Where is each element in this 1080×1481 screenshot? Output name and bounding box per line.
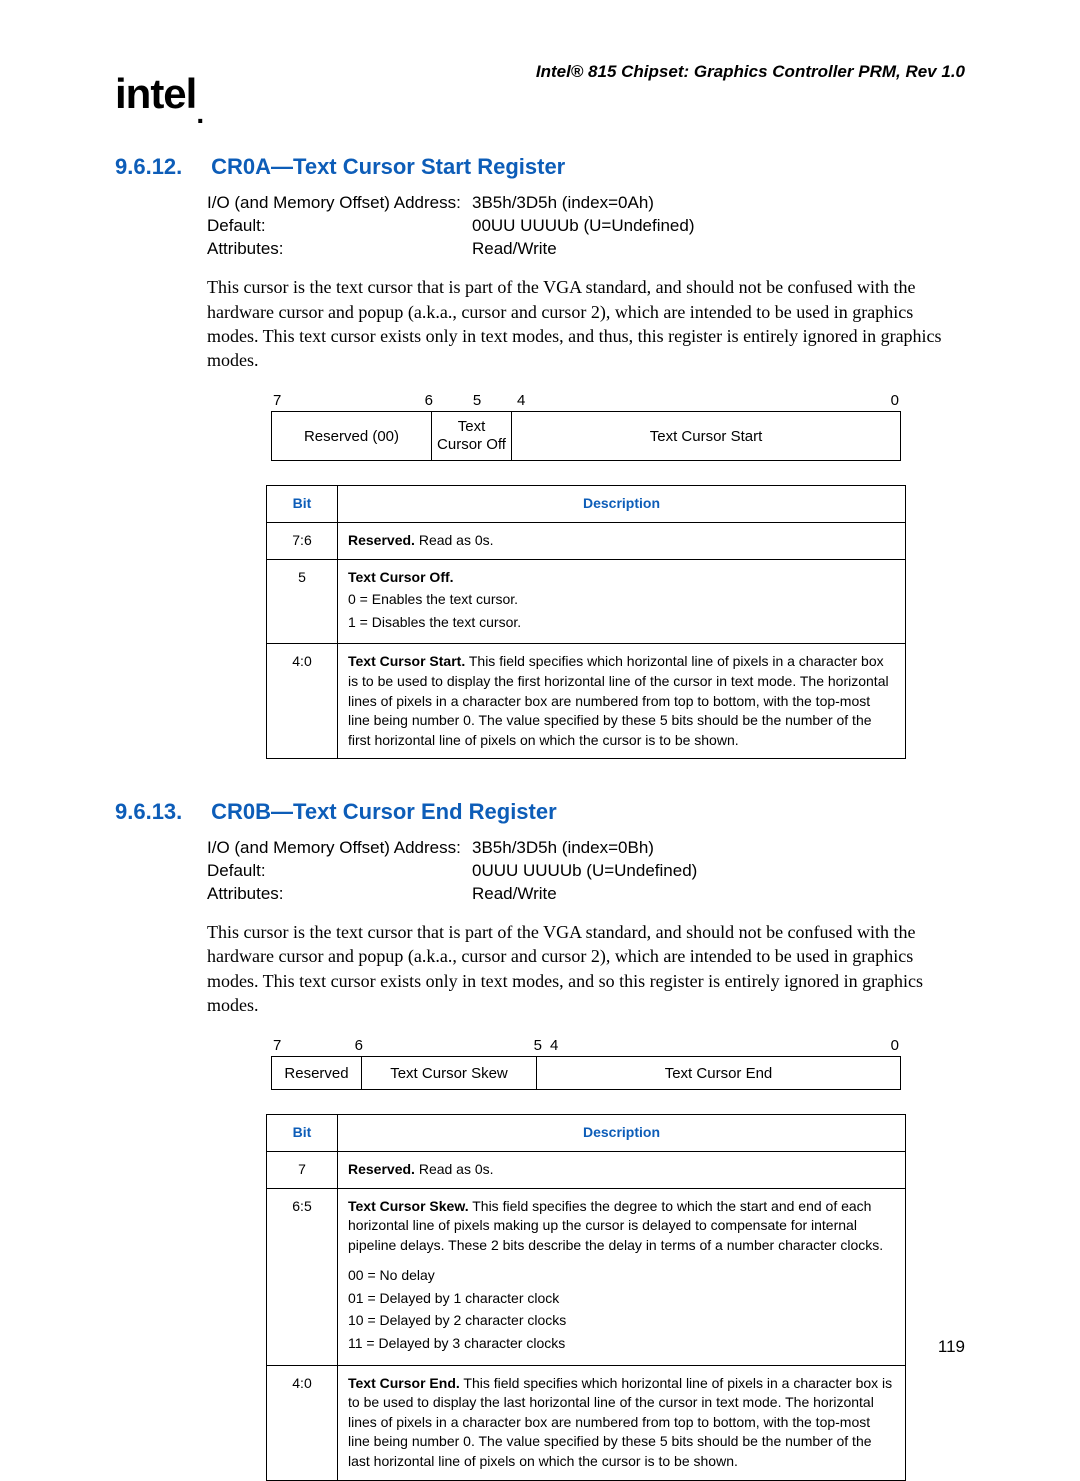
section-title-text: CR0B—Text Cursor End Register <box>211 799 557 824</box>
bit-desc: Text Cursor Skew. This field specifies t… <box>338 1188 906 1365</box>
desc-bold: Text Cursor Start. <box>348 653 465 669</box>
desc-bold: Reserved. <box>348 532 415 548</box>
bit-layout-diagram: 7 6 5 4 0 Reserved Text Cursor Skew Text… <box>271 1037 901 1090</box>
bitfield-reserved: Reserved (00) <box>272 412 432 460</box>
bitnum: 5 <box>367 1037 546 1054</box>
bit-description-table: Bit Description 7:6 Reserved. Read as 0s… <box>266 485 906 759</box>
desc-line: 11 = Delayed by 3 character clocks <box>348 1334 895 1354</box>
desc-bold: Text Cursor Skew. <box>348 1198 469 1214</box>
register-attributes: I/O (and Memory Offset) Address:3B5h/3D5… <box>207 192 965 261</box>
bitfield-reserved: Reserved <box>272 1057 362 1089</box>
addr-value: 3B5h/3D5h (index=0Bh) <box>472 837 654 860</box>
table-row: 4:0 Text Cursor Start. This field specif… <box>267 644 906 759</box>
desc-rest: Read as 0s. <box>415 1161 494 1177</box>
desc-rest: Read as 0s. <box>415 532 494 548</box>
default-value: 0UUU UUUUb (U=Undefined) <box>472 860 697 883</box>
section-heading: 9.6.12. CR0A—Text Cursor Start Register <box>207 154 965 180</box>
logo-text: intel <box>115 70 196 117</box>
bit-range: 5 <box>267 559 338 644</box>
desc-bold: Reserved. <box>348 1161 415 1177</box>
bit-range: 7 <box>267 1151 338 1188</box>
bit-desc: Reserved. Read as 0s. <box>338 522 906 559</box>
th-desc: Description <box>338 1115 906 1152</box>
section-body: This cursor is the text cursor that is p… <box>207 275 965 372</box>
bitnum: 4 <box>517 392 547 409</box>
desc-line: 00 = No delay <box>348 1266 895 1286</box>
bitnum: 0 <box>580 1037 899 1054</box>
bitfield-cursor-off: Text Cursor Off <box>432 412 512 460</box>
addr-value: 3B5h/3D5h (index=0Ah) <box>472 192 654 215</box>
table-row: 7:6 Reserved. Read as 0s. <box>267 522 906 559</box>
doc-header-title: Intel® 815 Chipset: Graphics Controller … <box>536 62 965 82</box>
bit-range: 4:0 <box>267 644 338 759</box>
attributes-label: Attributes: <box>207 883 472 906</box>
bit-desc: Text Cursor End. This field specifies wh… <box>338 1365 906 1480</box>
table-row: 7 Reserved. Read as 0s. <box>267 1151 906 1188</box>
section-title-text: CR0A—Text Cursor Start Register <box>211 154 565 179</box>
register-attributes: I/O (and Memory Offset) Address:3B5h/3D5… <box>207 837 965 906</box>
bit-desc: Text Cursor Off. 0 = Enables the text cu… <box>338 559 906 644</box>
bit-layout-diagram: 7 6 5 4 0 Reserved (00) Text Cursor Off … <box>271 392 901 461</box>
table-row: 4:0 Text Cursor End. This field specifie… <box>267 1365 906 1480</box>
bitnum: 5 <box>437 392 517 409</box>
bitfield-cursor-end: Text Cursor End <box>537 1057 900 1089</box>
section-cr0a: 9.6.12. CR0A—Text Cursor Start Register … <box>207 154 965 759</box>
desc-line: 1 = Disables the text cursor. <box>348 613 895 633</box>
addr-label: I/O (and Memory Offset) Address: <box>207 192 472 215</box>
th-bit: Bit <box>267 486 338 523</box>
section-number: 9.6.13. <box>115 799 205 825</box>
section-heading: 9.6.13. CR0B—Text Cursor End Register <box>207 799 965 825</box>
th-bit: Bit <box>267 1115 338 1152</box>
bitnum: 0 <box>547 392 899 409</box>
logo-dot: . <box>196 98 203 129</box>
default-label: Default: <box>207 860 472 883</box>
desc-bold: Text Cursor End. <box>348 1375 460 1391</box>
default-label: Default: <box>207 215 472 238</box>
attributes-value: Read/Write <box>472 883 557 906</box>
section-number: 9.6.12. <box>115 154 205 180</box>
bitnum: 6 <box>288 1037 367 1054</box>
desc-bold: Text Cursor Off. <box>348 569 454 585</box>
bitnum: 7 <box>273 1037 288 1054</box>
bit-description-table: Bit Description 7 Reserved. Read as 0s. … <box>266 1114 906 1480</box>
attributes-value: Read/Write <box>472 238 557 261</box>
default-value: 00UU UUUUb (U=Undefined) <box>472 215 695 238</box>
bitnum: 7 <box>273 392 288 409</box>
bitnum: 4 <box>546 1037 580 1054</box>
page: Intel® 815 Chipset: Graphics Controller … <box>0 0 1080 1397</box>
attributes-label: Attributes: <box>207 238 472 261</box>
bit-range: 7:6 <box>267 522 338 559</box>
desc-line: 0 = Enables the text cursor. <box>348 590 895 610</box>
bitfield-cursor-start: Text Cursor Start <box>512 412 900 460</box>
section-cr0b: 9.6.13. CR0B—Text Cursor End Register I/… <box>207 799 965 1480</box>
bit-range: 6:5 <box>267 1188 338 1365</box>
bit-desc: Reserved. Read as 0s. <box>338 1151 906 1188</box>
desc-line: 01 = Delayed by 1 character clock <box>348 1289 895 1309</box>
bitnum: 6 <box>288 392 437 409</box>
th-desc: Description <box>338 486 906 523</box>
addr-label: I/O (and Memory Offset) Address: <box>207 837 472 860</box>
desc-line: 10 = Delayed by 2 character clocks <box>348 1311 895 1331</box>
table-row: 6:5 Text Cursor Skew. This field specifi… <box>267 1188 906 1365</box>
table-row: 5 Text Cursor Off. 0 = Enables the text … <box>267 559 906 644</box>
bit-range: 4:0 <box>267 1365 338 1480</box>
bitfield-cursor-skew: Text Cursor Skew <box>362 1057 537 1089</box>
bit-desc: Text Cursor Start. This field specifies … <box>338 644 906 759</box>
page-number: 119 <box>938 1337 965 1357</box>
section-body: This cursor is the text cursor that is p… <box>207 920 965 1017</box>
